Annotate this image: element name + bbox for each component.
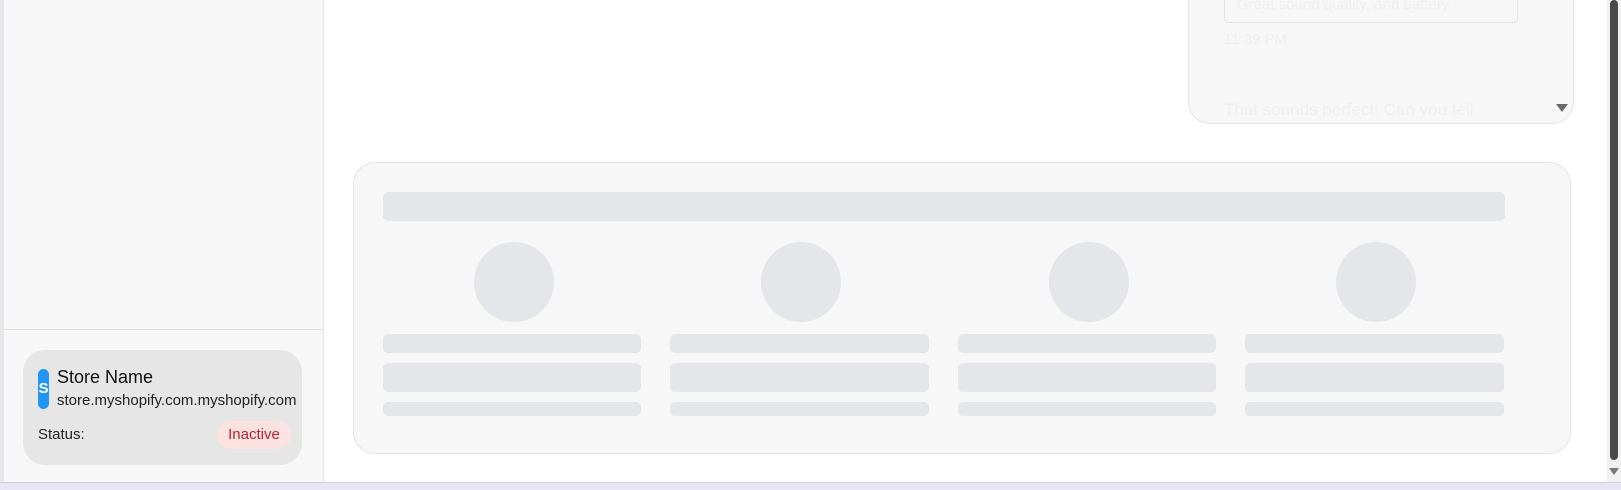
skeleton-line <box>670 402 929 416</box>
skeleton-line <box>383 334 641 353</box>
skeleton-line <box>383 402 641 416</box>
store-card[interactable]: S Store Name store.myshopify.com.myshopi… <box>23 350 302 465</box>
skeleton-line <box>670 334 929 353</box>
status-label: Status: <box>38 426 85 443</box>
sidebar-divider <box>4 329 323 330</box>
skeleton-avatar <box>1336 242 1416 322</box>
sidebar: S Store Name store.myshopify.com.myshopi… <box>4 0 324 482</box>
skeleton-line <box>1245 402 1504 416</box>
chat-timestamp: 11:39 PM <box>1224 31 1288 48</box>
skeleton-avatar <box>1049 242 1129 322</box>
skeleton-line <box>958 402 1216 416</box>
loading-skeleton-card <box>353 162 1571 454</box>
chat-quoted-message: Great sound quality, and battery <box>1224 0 1518 23</box>
chat-reply-message: That sounds perfect! Can you tell <box>1224 100 1474 119</box>
chat-preview-panel: Great sound quality, and battery 11:39 P… <box>1188 0 1574 124</box>
skeleton-line <box>383 363 641 392</box>
store-avatar: S <box>38 369 49 409</box>
main-content: Great sound quality, and battery 11:39 P… <box>324 0 1607 482</box>
skeleton-line <box>670 363 929 392</box>
status-badge: Inactive <box>217 421 291 449</box>
scrollbar-thumb[interactable] <box>1610 0 1618 460</box>
skeleton-line <box>1245 334 1504 353</box>
chat-scroll-down-icon[interactable] <box>1556 104 1568 112</box>
page-scrollbar[interactable] <box>1607 0 1621 482</box>
skeleton-line <box>958 334 1216 353</box>
skeleton-header-bar <box>383 192 1505 221</box>
skeleton-line <box>1245 363 1504 392</box>
scroll-down-icon[interactable] <box>1609 468 1619 475</box>
store-url: store.myshopify.com.myshopify.com <box>57 392 297 409</box>
skeleton-avatar <box>761 242 841 322</box>
skeleton-line <box>958 363 1216 392</box>
store-name: Store Name <box>57 367 154 387</box>
skeleton-avatar <box>474 242 554 322</box>
